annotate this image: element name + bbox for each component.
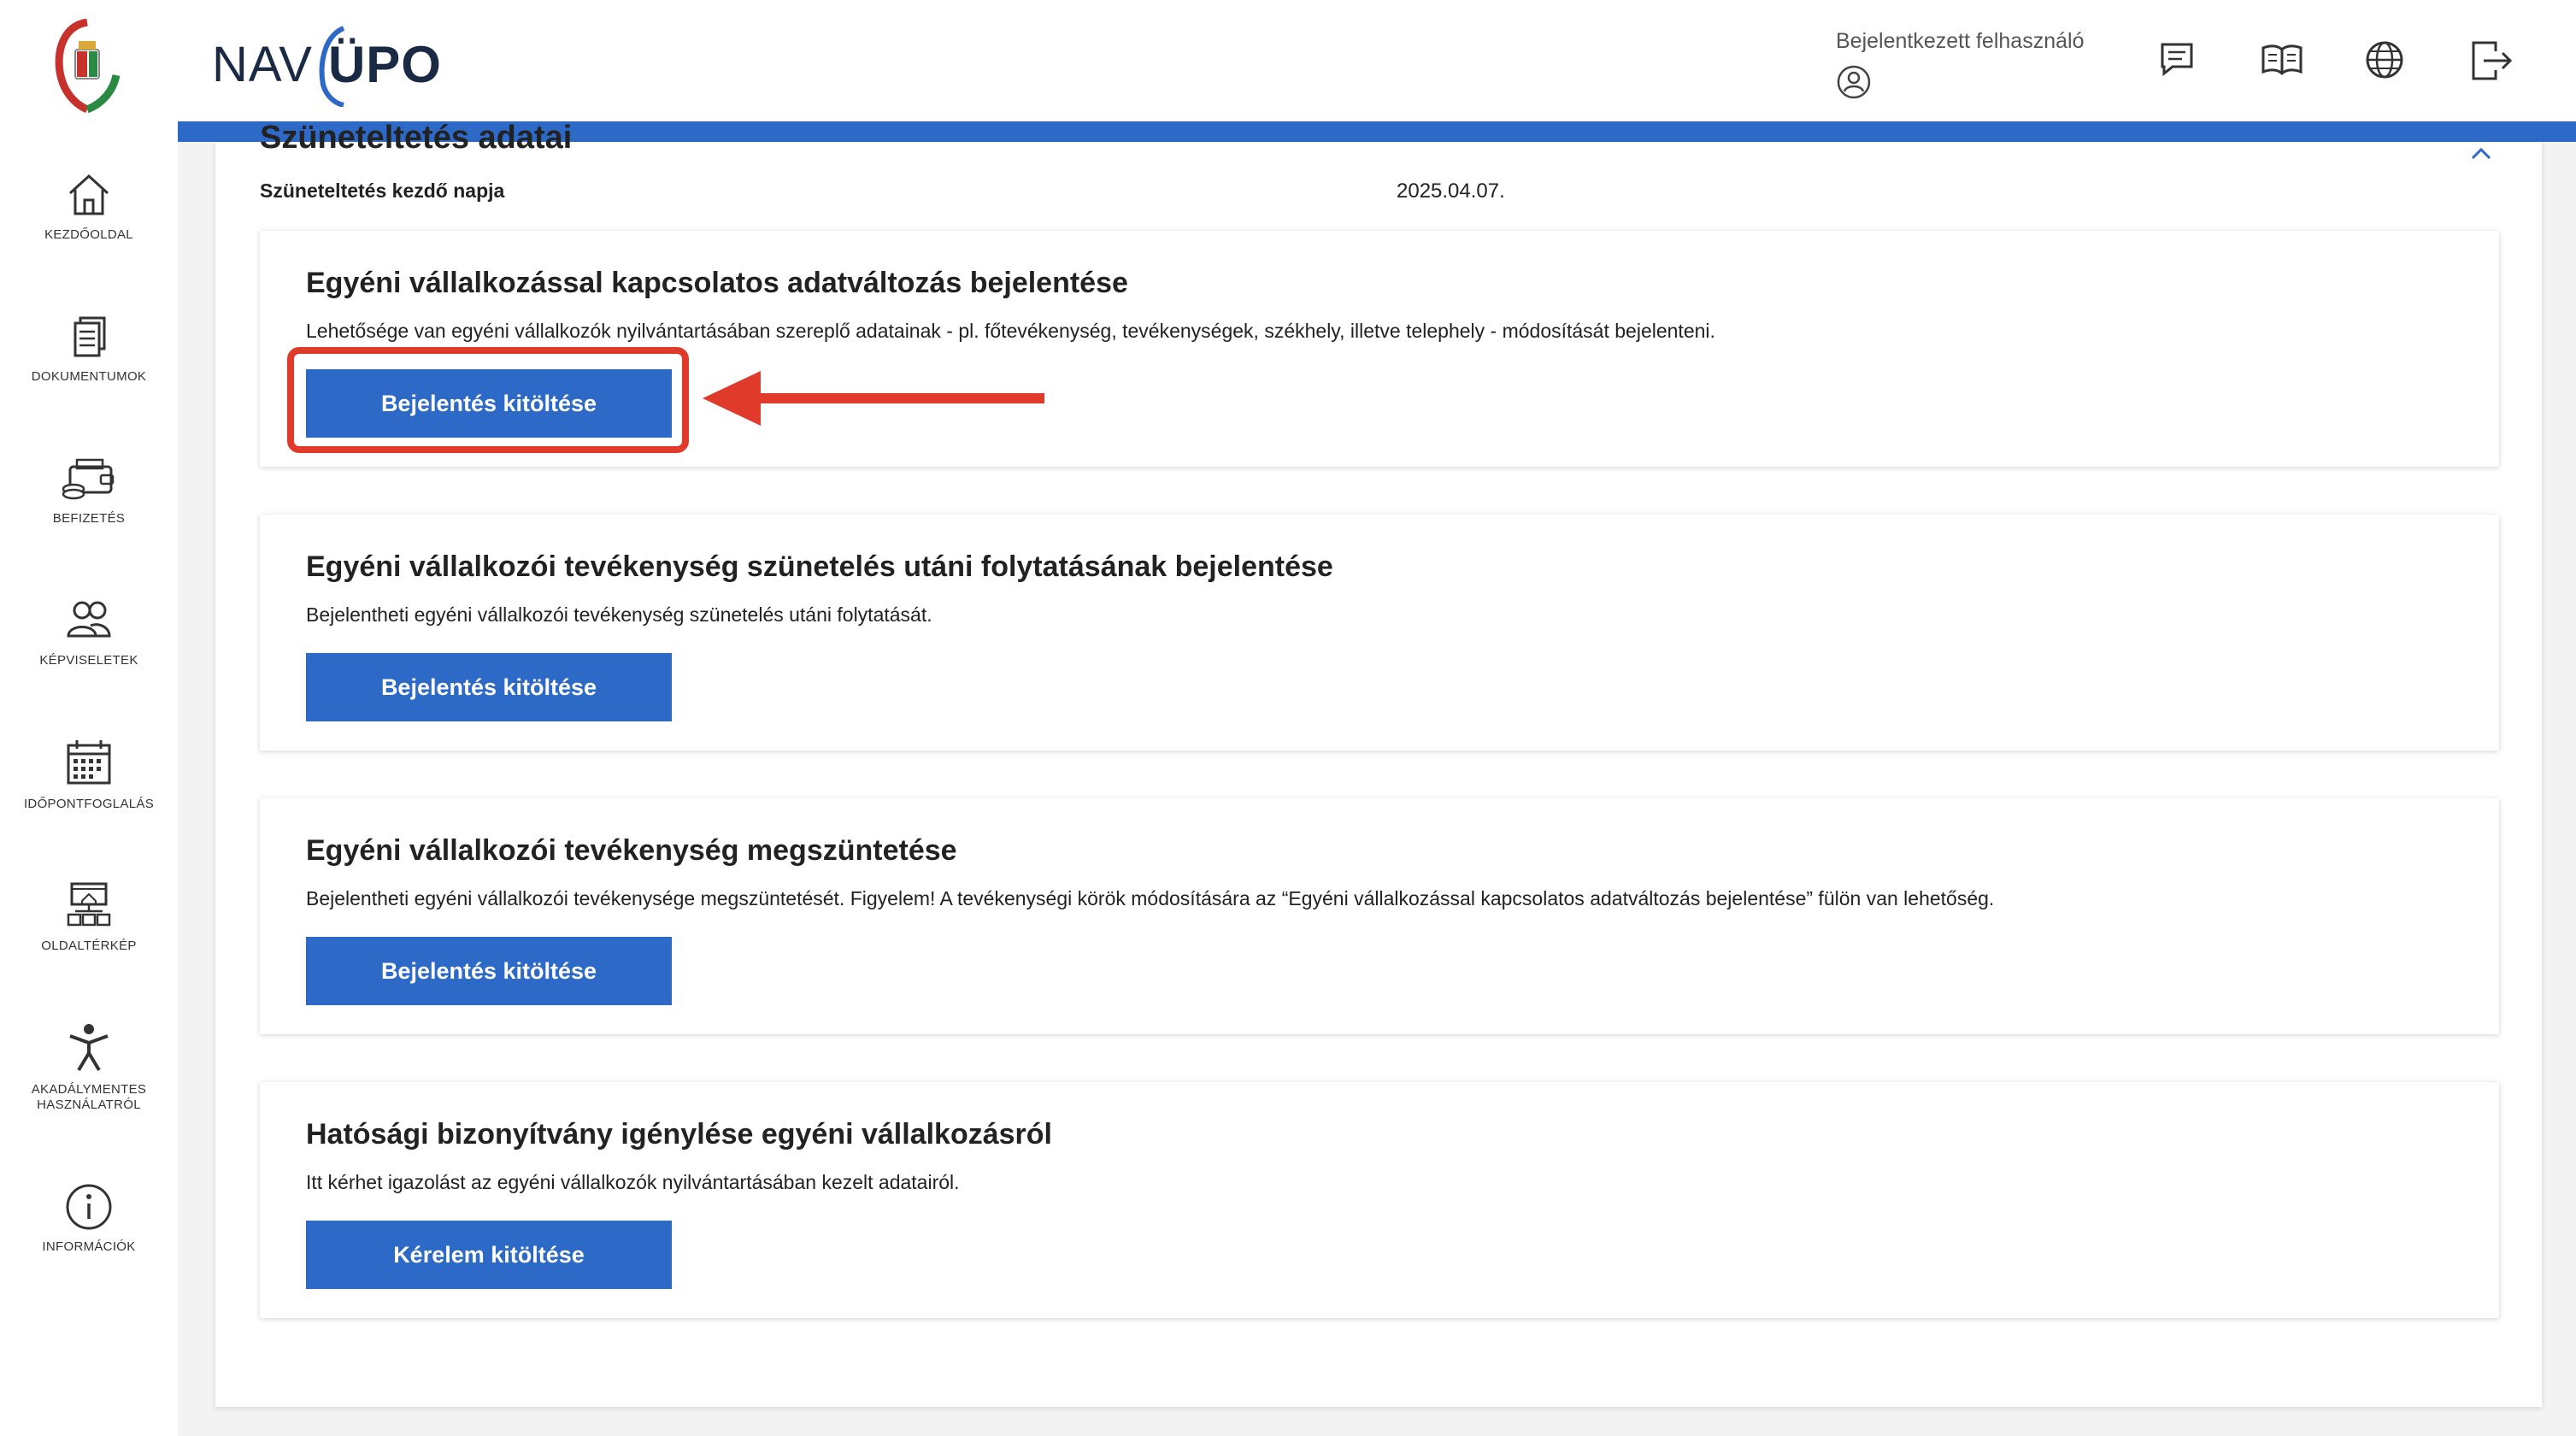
annotation-highlight-box bbox=[287, 347, 689, 453]
sitemap-icon bbox=[67, 882, 111, 927]
book-icon[interactable] bbox=[2260, 39, 2304, 83]
sidebar-item-label: KÉPVISELETEK bbox=[39, 653, 138, 668]
payment-icon bbox=[62, 458, 115, 500]
hungarian-coat-of-arms-logo[interactable] bbox=[53, 18, 121, 115]
top-header: NAV ÜPO Bejelentkezett felhasználó bbox=[178, 0, 2576, 121]
brand-upo-text: ÜPO bbox=[313, 25, 442, 107]
card-title: Hatósági bizonyítvány igénylése egyéni v… bbox=[306, 1118, 1052, 1151]
sidebar-item-home[interactable]: KEZDŐOLDAL bbox=[0, 171, 178, 243]
section-title: Szüneteltetés adatai bbox=[260, 120, 573, 156]
fill-in-request-button[interactable]: Kérelem kitöltése bbox=[306, 1221, 672, 1289]
sidebar-item-label: BEFIZETÉS bbox=[52, 511, 126, 526]
sidebar-item-accessibility[interactable]: AKADÁLYMENTES HASZNÁLATRÓL bbox=[0, 1022, 178, 1113]
annotation-arrow-icon bbox=[701, 368, 1048, 433]
sidebar-item-label: DOKUMENTUMOK bbox=[31, 369, 147, 384]
card-description: Bejelentheti egyéni vállalkozói tevékeny… bbox=[306, 887, 1995, 909]
card-terminate-activity: Egyéni vállalkozói tevékenység megszünte… bbox=[260, 798, 2499, 1034]
suspension-data-panel: Szüneteltetés adatai Szüneteltetés kezdő… bbox=[215, 120, 2542, 1407]
sidebar: KEZDŐOLDAL DOKUMENTUMOK BEFIZETÉS KÉPVIS… bbox=[0, 0, 178, 1436]
card-title: Egyéni vállalkozói tevékenység szünetelé… bbox=[306, 550, 1333, 583]
sidebar-item-label: AKADÁLYMENTES HASZNÁLATRÓL bbox=[31, 1082, 147, 1112]
suspension-start-value: 2025.04.07. bbox=[1397, 180, 1505, 203]
sidebar-item-information[interactable]: INFORMÁCIÓK bbox=[0, 1183, 178, 1255]
info-icon bbox=[66, 1184, 112, 1230]
card-description: Bejelentheti egyéni vállalkozói tevékeny… bbox=[306, 603, 932, 626]
fill-in-report-button[interactable]: Bejelentés kitöltése bbox=[306, 937, 672, 1005]
card-official-certificate: Hatósági bizonyítvány igénylése egyéni v… bbox=[260, 1082, 2499, 1318]
chevron-up-icon[interactable] bbox=[2470, 147, 2492, 165]
logged-in-user[interactable]: Bejelentkezett felhasználó bbox=[1836, 29, 2084, 104]
sidebar-item-documents[interactable]: DOKUMENTUMOK bbox=[0, 313, 178, 385]
home-icon bbox=[68, 174, 109, 215]
users-icon bbox=[67, 601, 111, 638]
calendar-icon bbox=[67, 740, 111, 785]
sidebar-item-representations[interactable]: KÉPVISELETEK bbox=[0, 597, 178, 668]
card-resume-activity: Egyéni vállalkozói tevékenység szünetelé… bbox=[260, 515, 2499, 750]
accessibility-icon bbox=[69, 1024, 109, 1072]
user-avatar-icon bbox=[1836, 64, 2084, 104]
nav-upo-logo[interactable]: NAV ÜPO bbox=[212, 25, 442, 107]
fill-in-report-button[interactable]: Bejelentés kitöltése bbox=[306, 653, 672, 721]
logged-in-user-label: Bejelentkezett felhasználó bbox=[1836, 29, 2085, 53]
message-icon[interactable] bbox=[2157, 39, 2197, 83]
sidebar-item-label: IDŐPONTFOGLALÁS bbox=[23, 797, 155, 811]
sidebar-item-sitemap[interactable]: OLDALTÉRKÉP bbox=[0, 880, 178, 954]
sidebar-item-label: KEZDŐOLDAL bbox=[44, 227, 133, 242]
sidebar-item-label: OLDALTÉRKÉP bbox=[41, 939, 137, 953]
globe-icon[interactable] bbox=[2364, 39, 2405, 85]
card-title: Egyéni vállalkozói tevékenység megszünte… bbox=[306, 834, 957, 867]
sidebar-item-payment[interactable]: BEFIZETÉS bbox=[0, 455, 178, 527]
logout-icon[interactable] bbox=[2470, 39, 2514, 86]
suspension-start-label: Szüneteltetés kezdő napja bbox=[260, 180, 505, 202]
card-description: Lehetősége van egyéni vállalkozók nyilvá… bbox=[306, 320, 1715, 342]
brand-nav-text: NAV bbox=[212, 36, 313, 92]
sidebar-item-label: INFORMÁCIÓK bbox=[42, 1239, 136, 1254]
card-description: Itt kérhet igazolást az egyéni vállalkoz… bbox=[306, 1171, 960, 1193]
sidebar-item-appointment[interactable]: IDŐPONTFOGLALÁS bbox=[0, 737, 178, 812]
documents-icon bbox=[74, 316, 106, 357]
card-title: Egyéni vállalkozással kapcsolatos adatvá… bbox=[306, 267, 1128, 299]
